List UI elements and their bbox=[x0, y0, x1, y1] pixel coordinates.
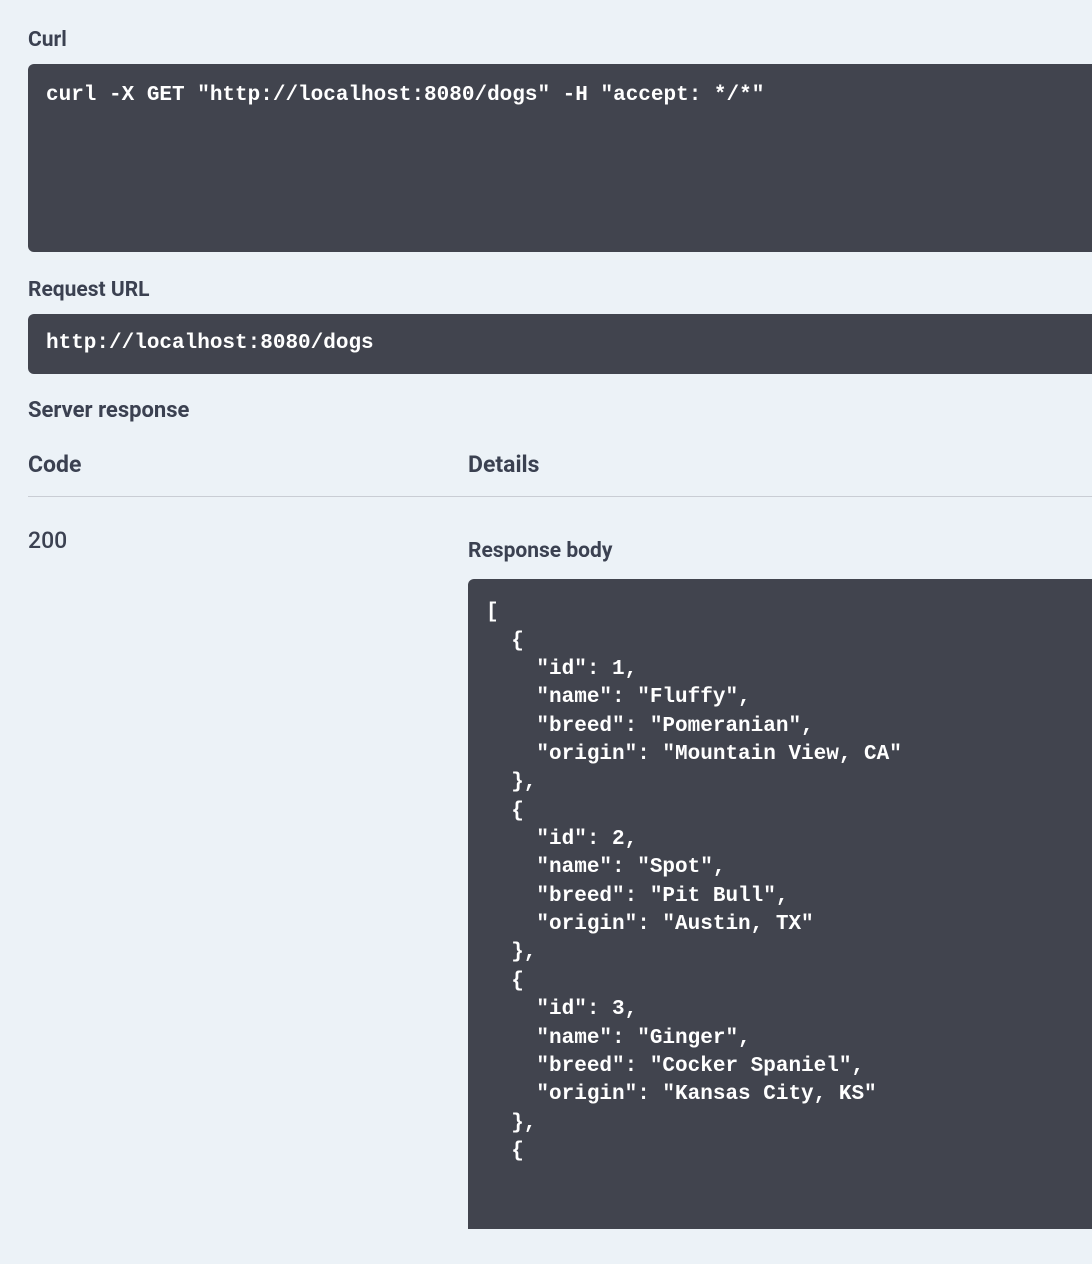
response-body-label: Response body bbox=[468, 539, 1092, 563]
response-table-header: Code Details bbox=[28, 451, 1092, 497]
request-url-heading: Request URL bbox=[28, 278, 1092, 302]
request-url-box[interactable]: http://localhost:8080/dogs bbox=[28, 314, 1092, 374]
response-table: Code Details 200 Response body [ { "id":… bbox=[28, 451, 1092, 1229]
server-response-heading: Server response bbox=[28, 398, 1092, 423]
response-row: 200 Response body [ { "id": 1, "name": "… bbox=[28, 497, 1092, 1229]
column-header-code: Code bbox=[28, 451, 468, 478]
curl-heading: Curl bbox=[28, 28, 1092, 52]
column-header-details: Details bbox=[468, 451, 1092, 478]
status-code: 200 bbox=[28, 527, 67, 554]
response-body-box[interactable]: [ { "id": 1, "name": "Fluffy", "breed": … bbox=[468, 579, 1092, 1229]
curl-command-box[interactable]: curl -X GET "http://localhost:8080/dogs"… bbox=[28, 64, 1092, 252]
details-cell: Response body [ { "id": 1, "name": "Fluf… bbox=[468, 527, 1092, 1229]
status-code-cell: 200 bbox=[28, 527, 468, 1229]
api-response-panel: Curl curl -X GET "http://localhost:8080/… bbox=[0, 0, 1092, 1229]
